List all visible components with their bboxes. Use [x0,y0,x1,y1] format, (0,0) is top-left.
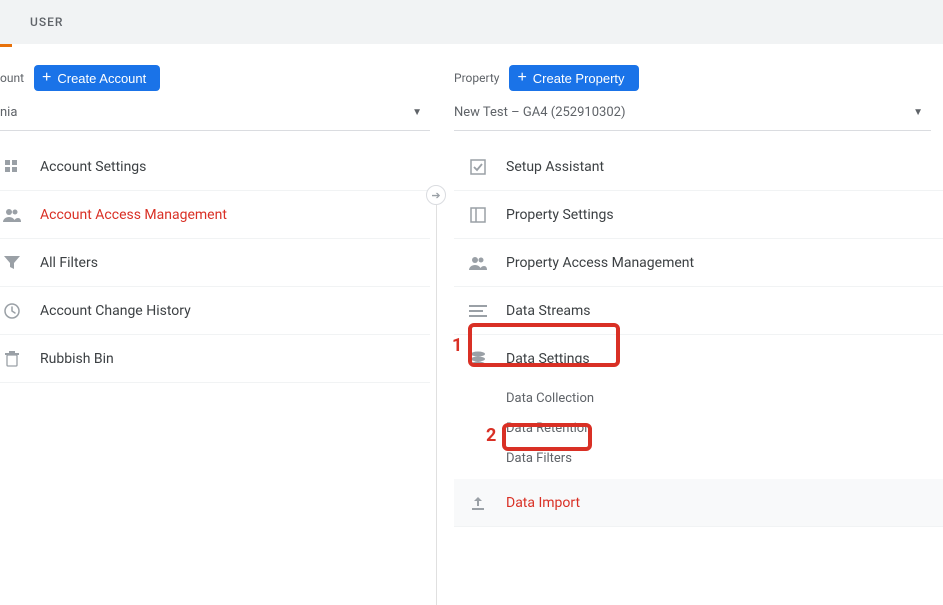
expand-arrow-icon[interactable]: ➔ [426,185,446,205]
nav-label: Data Streams [506,303,591,319]
nav-label: Property Access Management [506,255,694,271]
tab-user[interactable]: USER [24,15,69,29]
nav-data-retention[interactable]: Data Retention [506,413,943,443]
chevron-down-icon: ▼ [412,107,422,118]
column-divider [436,205,437,605]
plus-icon: + [42,70,51,86]
nav-data-filters[interactable]: Data Filters [506,443,943,473]
people-icon [466,256,490,270]
nav-label: Account Change History [40,303,191,319]
nav-all-filters[interactable]: All Filters [0,239,430,287]
nav-property-access-management[interactable]: Property Access Management [454,239,943,287]
property-selector-value: New Test – GA4 (252910302) [454,105,625,120]
database-icon [466,351,490,367]
history-icon [0,303,24,319]
nav-label: Account Access Management [40,207,227,223]
nav-account-settings[interactable]: Account Settings [0,143,430,191]
grid-icon [0,159,24,175]
property-column: Property + Create Property New Test – GA… [430,47,943,527]
property-column-label: Property [454,71,499,85]
nav-label: Data Settings [506,351,590,367]
people-icon [0,208,24,222]
layout-icon [466,207,490,223]
nav-label: All Filters [40,255,98,271]
account-selector-value: nia [0,105,17,120]
nav-data-streams[interactable]: Data Streams [454,287,943,335]
create-property-button-label: Create Property [533,71,625,86]
nav-label: Setup Assistant [506,159,604,175]
create-account-button[interactable]: + Create Account [34,65,160,91]
nav-label: Rubbish Bin [40,351,114,367]
create-account-button-label: Create Account [57,71,146,86]
data-settings-submenu: Data Collection Data Retention Data Filt… [454,383,943,473]
nav-account-access-management[interactable]: Account Access Management [0,191,430,239]
checkbox-icon [466,159,490,175]
nav-account-change-history[interactable]: Account Change History [0,287,430,335]
nav-rubbish-bin[interactable]: Rubbish Bin [0,335,430,383]
nav-data-collection[interactable]: Data Collection [506,383,943,413]
property-selector[interactable]: New Test – GA4 (252910302) ▼ [454,97,931,131]
plus-icon: + [517,70,526,86]
nav-label: Data Import [506,495,580,511]
nav-label: Account Settings [40,159,146,175]
top-bar: USER [0,0,943,44]
account-selector[interactable]: nia ▼ [0,97,430,131]
nav-setup-assistant[interactable]: Setup Assistant [454,143,943,191]
chevron-down-icon: ▼ [913,107,923,118]
create-property-button[interactable]: + Create Property [509,65,638,91]
upload-icon [466,495,490,511]
nav-property-settings[interactable]: Property Settings [454,191,943,239]
nav-data-settings[interactable]: Data Settings [454,335,943,383]
nav-data-import[interactable]: Data Import [454,479,943,527]
nav-label: Property Settings [506,207,614,223]
account-column: ount + Create Account nia ▼ Account Sett… [0,47,430,527]
account-column-label: ount [0,71,24,85]
streams-icon [466,304,490,318]
trash-icon [0,351,24,367]
filter-icon [0,256,24,270]
